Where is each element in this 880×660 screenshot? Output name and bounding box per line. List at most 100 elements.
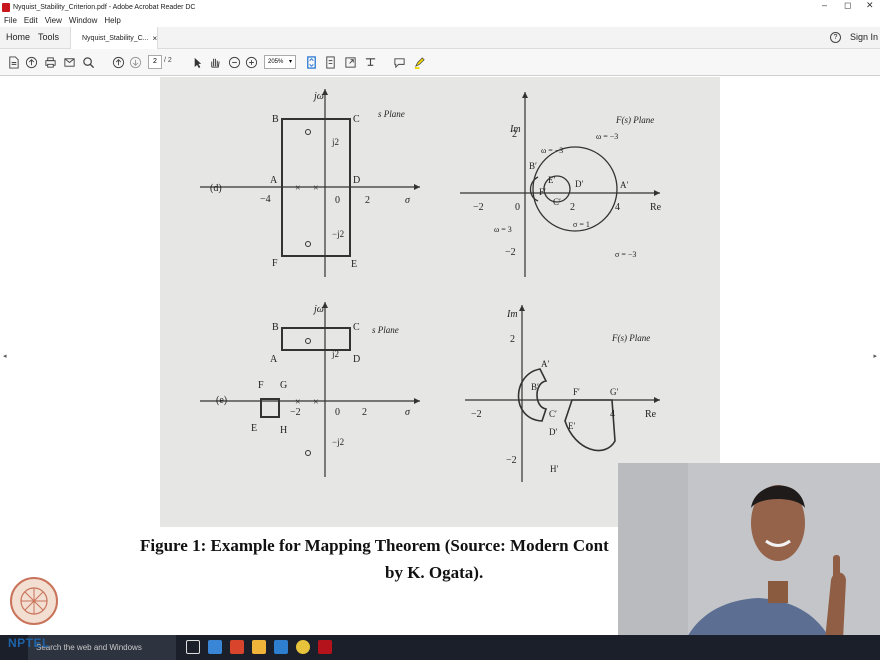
menu-help[interactable]: Help (104, 16, 120, 25)
d-f-tick-minus2: −2 (505, 247, 516, 258)
e-f-label-E: E′ (568, 421, 575, 431)
e-s-pole-2: × (313, 397, 319, 408)
d-f-annot-w-m3-inner: ω = −3 (541, 146, 563, 155)
tab-tools[interactable]: Tools (38, 32, 59, 42)
figure-svg: (d) jω s Plane σ B C A D F E −4 0 2 j2 −… (200, 89, 662, 482)
upload-icon[interactable] (24, 55, 38, 69)
e-s-label-F: F (258, 380, 264, 391)
task-view-icon[interactable] (186, 640, 200, 654)
zoom-in-icon[interactable] (244, 55, 258, 69)
full-screen-icon[interactable] (343, 55, 357, 69)
print-icon[interactable] (43, 55, 57, 69)
menu-window[interactable]: Window (69, 16, 97, 25)
d-f-tick-x4: 4 (615, 202, 620, 213)
comment-icon[interactable] (392, 55, 406, 69)
zoom-select[interactable]: 205% ▾ (264, 55, 296, 69)
e-f-label-H: H′ (550, 464, 558, 474)
taskbar-search-text: Search the web and Windows (36, 643, 142, 652)
email-icon[interactable] (62, 55, 76, 69)
zoom-out-icon[interactable] (227, 55, 241, 69)
e-s-tick-j2: j2 (331, 349, 339, 359)
next-page-icon[interactable] (128, 55, 142, 69)
e-f-label-D: D′ (549, 427, 557, 437)
d-s-sigma-arrow (414, 184, 420, 190)
minimize-button[interactable]: – (822, 0, 827, 10)
help-icon[interactable]: ? (830, 32, 841, 43)
scroll-mode-icon[interactable] (323, 55, 337, 69)
d-s-zero-lower (305, 241, 311, 247)
edge-icon[interactable] (208, 640, 222, 654)
menu-edit[interactable]: Edit (24, 16, 38, 25)
window-title: Nyquist_Stability_Criterion.pdf - Adobe … (13, 3, 196, 11)
chevron-down-icon: ▾ (288, 59, 292, 65)
d-f-annot-sigma-m3: σ = −3 (615, 250, 636, 259)
d-f-label-D: D′ (575, 179, 583, 189)
d-s-label-B: B (272, 114, 279, 125)
tab-home[interactable]: Home (6, 32, 30, 42)
e-s-zero-lower (305, 450, 311, 456)
e-s-sigma-label: σ (405, 407, 411, 418)
e-s-jw-label: jω (312, 304, 324, 315)
stamp-icon[interactable] (363, 55, 377, 69)
d-f-tick-2: 2 (512, 129, 517, 140)
d-s-sigma-label: σ (405, 195, 411, 206)
e-f-label-C: C′ (549, 409, 557, 419)
menu-view[interactable]: View (45, 16, 62, 25)
d-s-zero-upper (305, 129, 311, 135)
highlight-icon[interactable] (412, 55, 426, 69)
d-label: (d) (210, 183, 222, 194)
d-f-label-F: F′ (539, 187, 546, 197)
figure-caption-line-1: Figure 1: Example for Mapping Theorem (S… (140, 536, 609, 555)
d-f-tick-xm2: −2 (473, 202, 484, 213)
e-f-plane-title: F(s) Plane (611, 333, 650, 343)
acrobat-icon (2, 2, 10, 12)
d-f-re-label: Re (650, 202, 662, 213)
close-window-button[interactable]: ✕ (866, 0, 874, 11)
tab-document[interactable]: Nyquist_Stability_C... × (70, 27, 158, 49)
d-f-annot-w-3: ω = 3 (494, 225, 512, 234)
d-s-plane-title: s Plane (378, 109, 405, 119)
d-f-label-C: C′ (553, 197, 561, 207)
d-s-jw-label: jω (312, 91, 324, 102)
select-tool-icon[interactable] (190, 55, 204, 69)
search-icon[interactable] (81, 55, 95, 69)
hand-tool-icon[interactable] (207, 55, 221, 69)
e-s-tick-0: 0 (335, 407, 340, 418)
d-f-tick-x2: 2 (570, 202, 575, 213)
e-s-label-C: C (353, 322, 360, 333)
taskbar-search-box[interactable]: Search the web and Windows (28, 635, 176, 660)
d-s-tick-j2: j2 (331, 137, 339, 147)
figure-caption-line-2: by K. Ogata). (385, 563, 484, 582)
tab-document-label: Nyquist_Stability_C... (82, 34, 149, 42)
d-f-label-B: B′ (529, 161, 537, 171)
d-s-label-F: F (272, 258, 278, 269)
e-s-contour (281, 327, 351, 351)
e-f-tick-minus2: −2 (506, 455, 517, 466)
e-f-label-F: F′ (573, 387, 580, 397)
e-s-label-E: E (251, 423, 257, 434)
maximize-button[interactable]: ◻ (844, 0, 851, 11)
office-icon[interactable] (230, 640, 244, 654)
sign-in-link[interactable]: Sign In (850, 32, 878, 42)
file-explorer-icon[interactable] (252, 640, 266, 654)
previous-page-icon[interactable] (111, 55, 125, 69)
acrobat-taskbar-icon[interactable] (318, 640, 332, 654)
fit-page-icon[interactable] (304, 55, 318, 69)
e-f-tick-2: 2 (510, 334, 515, 345)
acrobat-window: Nyquist_Stability_Criterion.pdf - Adobe … (0, 0, 880, 660)
page-count: / 2 (164, 57, 172, 64)
e-s-pole-1: × (295, 397, 301, 408)
chrome-icon[interactable] (296, 640, 310, 654)
nptel-logo (10, 577, 58, 625)
store-icon[interactable] (274, 640, 288, 654)
menu-file[interactable]: File (4, 16, 17, 25)
page-number-input[interactable]: 2 (148, 55, 162, 69)
scroll-left-icon[interactable]: ◂ (3, 352, 7, 360)
close-tab-icon[interactable]: × (153, 34, 158, 43)
e-s-label-G: G (280, 380, 287, 391)
menu-bar: File Edit View Window Help (0, 14, 880, 27)
e-f-re-label: Re (645, 409, 657, 420)
create-pdf-icon[interactable] (6, 55, 20, 69)
e-s-label-B: B (272, 322, 279, 333)
scroll-right-icon[interactable]: ▸ (873, 352, 877, 360)
